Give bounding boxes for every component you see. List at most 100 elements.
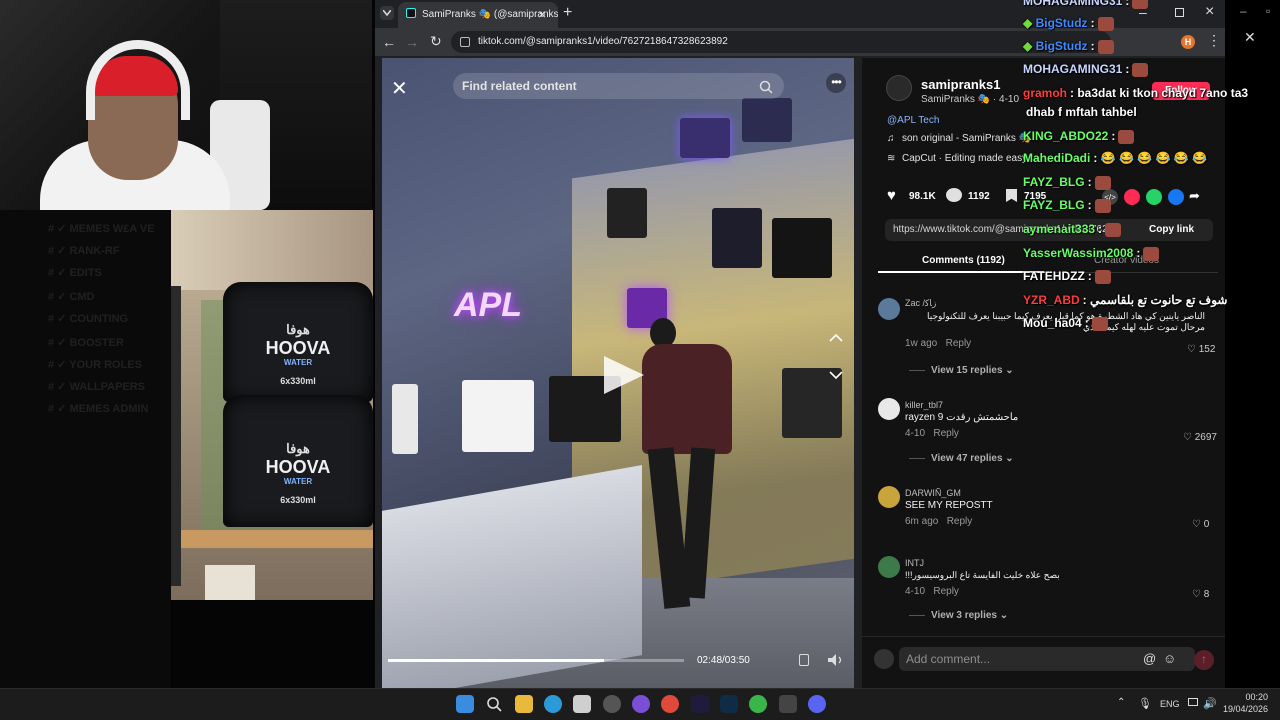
chat-message: YZR_ABD: شوف تع حانوت تع بلقاسمي [1023,293,1227,307]
view-replies-button[interactable]: View 15 replies ⌄ [931,365,1014,376]
chat-username: MOHAGAMING31 [1023,62,1123,76]
outer-restore-icon[interactable]: ▫ [1266,4,1270,18]
tab-search-button[interactable] [380,6,394,20]
author-username[interactable]: samipranks1 [921,77,1001,92]
heart-icon[interactable]: ♥ [887,187,896,204]
comment-likes[interactable]: ♡ 0 [1192,519,1209,530]
network-icon[interactable] [1188,698,1198,706]
outer-close-icon[interactable]: ✕ [1244,29,1256,46]
clock-date[interactable]: 19/04/2026 [1218,704,1268,714]
chat-app-icon[interactable] [632,695,650,713]
chat-message: Mou_ha04: [1023,316,1108,331]
comment-icon[interactable] [946,188,962,202]
store-icon[interactable] [573,695,591,713]
mic-icon[interactable]: 🎙 [1138,697,1152,710]
forward-arrow-icon[interactable]: → [405,34,419,50]
photoshop-icon[interactable] [720,695,738,713]
search-icon[interactable] [759,80,773,94]
comment-date: 6m ago [905,516,939,527]
comment-avatar[interactable] [878,556,900,578]
discord-channel-list: # ✓ MEMES W£A VE # ✓ RANK-RF # ✓ EDITS #… [0,210,171,688]
reload-icon[interactable]: ↻ [430,33,442,50]
edge-icon[interactable] [544,695,562,713]
green-app-icon[interactable] [749,695,767,713]
capcut-link[interactable]: CapCut · Editing made easy [902,153,1027,164]
hoova-ad-image: هوفا HOOVA WATER 6x330ml هوفا HOOVA WATE… [171,210,373,600]
chrome-icon[interactable] [661,695,679,713]
chat-username: FAYZ_BLG [1023,198,1085,212]
video-player[interactable]: APL [382,58,854,688]
profile-avatar[interactable]: H [1181,35,1195,49]
menu-dots-icon[interactable]: ⋮ [1207,32,1221,49]
tray-chevron-icon[interactable]: ⌃ [1117,697,1125,708]
comment-likes[interactable]: ♡ 2697 [1183,432,1217,443]
reply-button[interactable]: Reply [946,338,972,349]
discord-icon[interactable] [808,695,826,713]
premiere-icon[interactable] [691,695,709,713]
mod-badge-icon: ◆ [1023,39,1036,53]
tab-tiktok[interactable]: SamiPranks 🎭 (@samipranks1 [398,2,558,28]
chat-username: MahediDadi [1023,151,1091,165]
reply-button[interactable]: Reply [933,586,959,597]
maximize-icon[interactable] [1175,8,1184,17]
mention-icon[interactable]: @ [1143,651,1156,666]
share-arrow-icon[interactable]: ➦ [1189,188,1200,204]
volume-tray-icon[interactable]: 🔊 [1203,697,1217,710]
next-video-icon[interactable] [829,370,843,380]
outer-minimize-icon[interactable]: – [1240,4,1247,18]
more-options-icon[interactable]: ••• [826,73,846,93]
tab-close-icon[interactable]: × [538,6,546,22]
address-bar[interactable]: tiktok.com/@samipranks1/video/7627218647… [451,31,1111,53]
related-search-input[interactable]: Find related content [453,73,784,99]
back-arrow-icon[interactable]: ← [382,34,396,50]
composer-divider [862,636,1225,637]
comment-avatar[interactable] [878,486,900,508]
ad-brand: HOOVA [265,338,331,358]
previous-video-icon[interactable] [829,333,843,343]
close-video-button[interactable]: ✕ [391,76,408,101]
settings-gear-icon[interactable] [603,695,621,713]
close-window-icon[interactable]: × [1205,3,1214,21]
emoji-icon[interactable]: ☺ [1163,651,1176,666]
comment-avatar[interactable] [878,298,900,320]
start-icon[interactable] [456,695,474,713]
new-tab-button[interactable]: + [563,4,572,22]
site-info-icon[interactable] [460,37,470,47]
mention-link[interactable]: @APL Tech [887,115,939,126]
reply-button[interactable]: Reply [947,516,973,527]
sound-link[interactable]: son original - SamiPranks 🎭 [902,133,1031,144]
mini-player-icon[interactable] [799,654,809,666]
chat-text: : [1087,198,1092,212]
author-avatar[interactable] [886,75,912,101]
comment-likes[interactable]: ♡ 152 [1187,344,1215,355]
whatsapp-icon[interactable] [1146,189,1162,205]
comment-user[interactable]: DARWIÑ_GM [905,488,1205,498]
view-replies-button[interactable]: View 3 replies ⌄ [931,610,1008,621]
tab-comments[interactable]: Comments (1192) [922,255,1005,266]
copy-link-button[interactable]: Copy link [1149,224,1194,235]
post-comment-button[interactable]: ↑ [1194,650,1214,670]
volume-icon[interactable] [828,654,844,666]
chat-text: : شوف تع حانوت تع بلقاسمي [1082,293,1228,307]
send-icon[interactable] [1124,189,1140,205]
language-indicator[interactable]: ENG [1160,699,1180,709]
clock-time[interactable]: 00:20 [1226,692,1268,702]
taskbar-search-icon[interactable] [486,696,502,712]
comment-likes[interactable]: ♡ 8 [1192,589,1209,600]
ad-brand: HOOVA [265,457,331,477]
media-player-icon[interactable] [779,695,797,713]
reply-button[interactable]: Reply [933,428,959,439]
comment-user[interactable]: killer_tbl7 [905,400,1205,410]
chat-message: MahediDadi: 😂 😂 😂 😂 😂 😂 [1023,151,1207,165]
discord-channel: # ✓ CMD [48,291,95,303]
comment-user[interactable]: INTJ [905,558,1205,568]
music-icon: ♫ [887,133,895,144]
chat-username: FATEHDZZ [1023,269,1085,283]
view-replies-button[interactable]: View 47 replies ⌄ [931,453,1014,464]
file-explorer-icon[interactable] [515,695,533,713]
person-in-video [642,318,732,618]
comment-item: killer_tbl7 rayzen 9 ماحشمتش رقدت 4-10 R… [905,400,1205,439]
chat-emote-icon [1094,198,1111,213]
facebook-icon[interactable] [1168,189,1184,205]
comment-avatar[interactable] [878,398,900,420]
